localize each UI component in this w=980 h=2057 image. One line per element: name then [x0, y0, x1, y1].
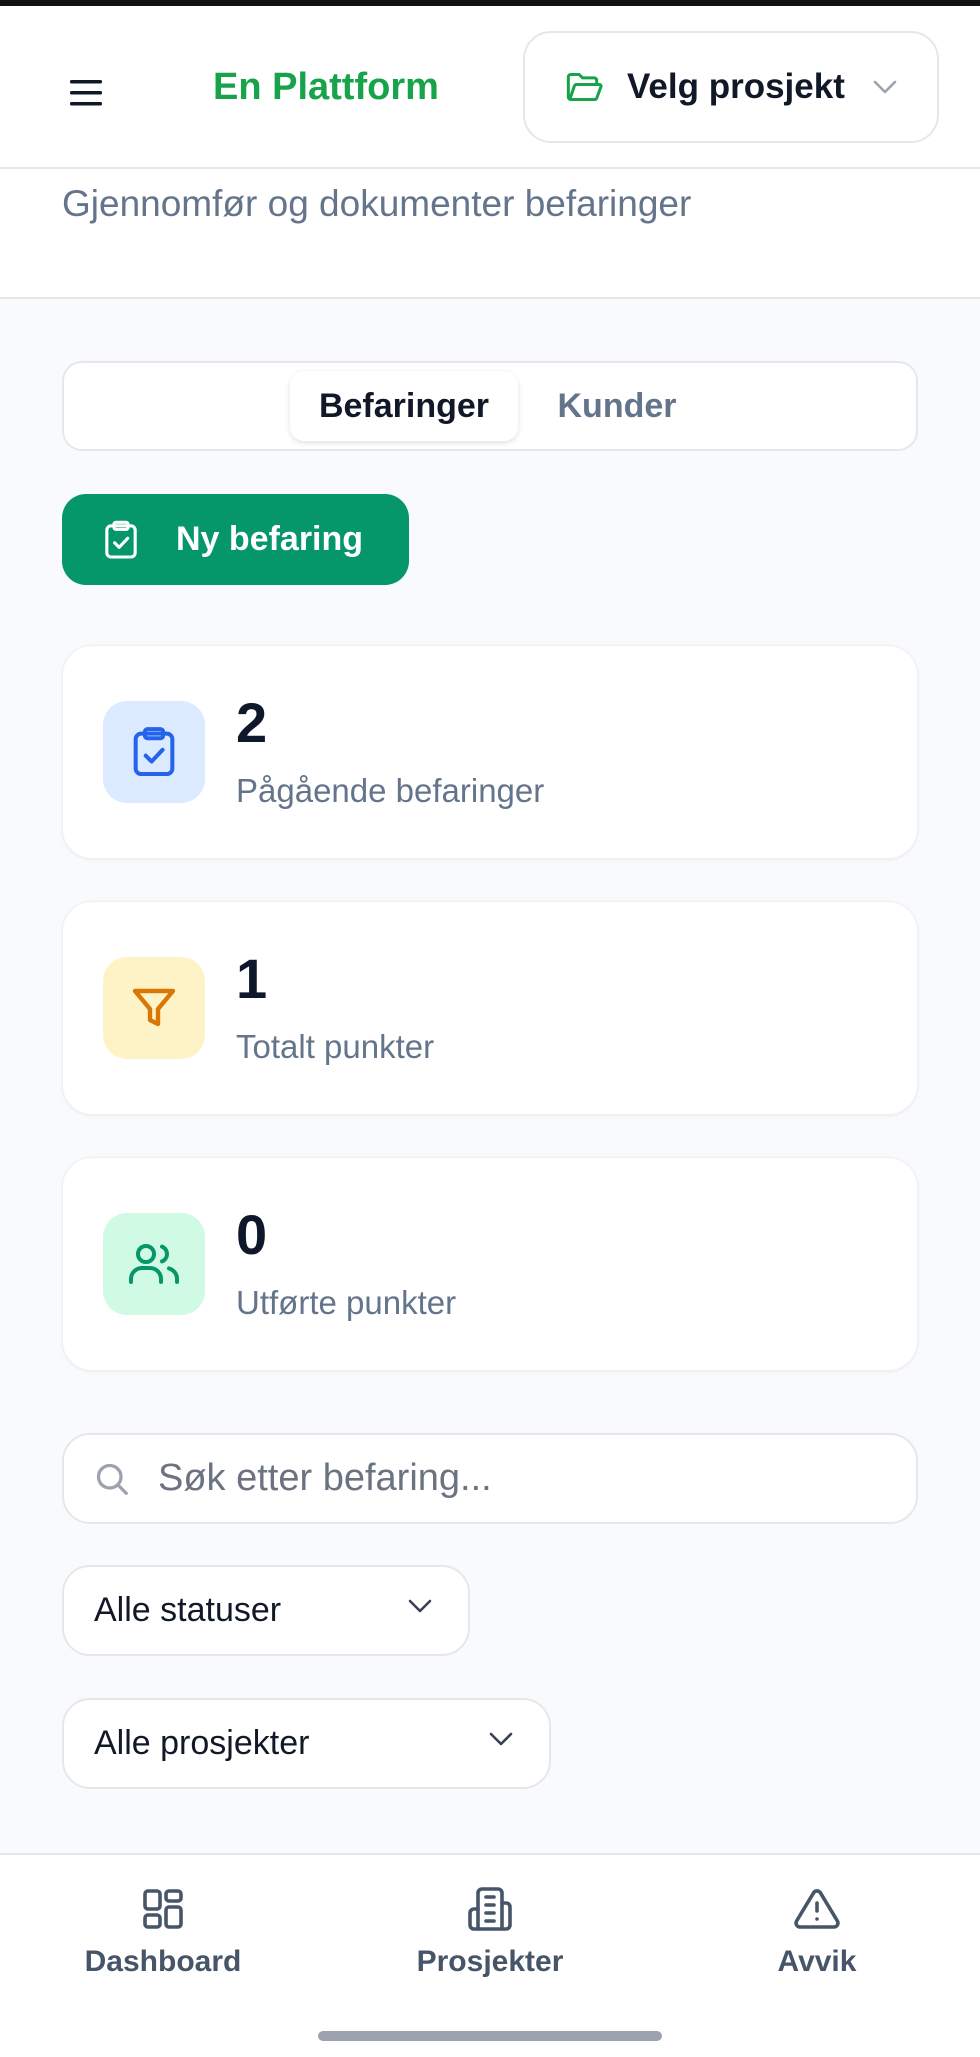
app-header: En Plattform Velg prosjekt — [0, 6, 980, 169]
chevron-down-icon — [873, 80, 897, 94]
nav-item-avvik[interactable]: Avvik — [717, 1885, 917, 1979]
stat-value: 2 — [236, 691, 268, 754]
new-inspection-label: Ny befaring — [176, 520, 364, 558]
nav-item-prosjekter[interactable]: Prosjekter — [390, 1885, 590, 1979]
stat-card-ongoing: 2 Pågående befaringer — [62, 645, 918, 859]
new-inspection-button[interactable]: Ny befaring — [62, 494, 409, 585]
project-select-label: Velg prosjekt — [627, 67, 845, 106]
search-icon — [96, 1463, 128, 1495]
stat-label: Pågående befaringer — [236, 772, 545, 809]
home-indicator[interactable] — [318, 2031, 662, 2041]
stat-icon-container — [103, 957, 205, 1059]
tab-bar: Befaringer Kunder — [62, 361, 918, 451]
page-header: Gjennomfør og dokumenter befaringer — [0, 169, 980, 299]
chevron-down-icon — [489, 1732, 513, 1746]
tab-befaringer[interactable]: Befaringer — [290, 371, 518, 441]
tab-kunder[interactable]: Kunder — [532, 371, 702, 441]
building-icon — [468, 1887, 512, 1931]
status-filter-select[interactable]: Alle statuser — [62, 1565, 470, 1656]
stat-value: 0 — [236, 1203, 268, 1266]
users-icon — [129, 1244, 180, 1284]
nav-label: Avvik — [777, 1945, 857, 1978]
stat-value: 1 — [236, 947, 268, 1010]
dashboard-grid-icon — [143, 1889, 183, 1929]
clipboard-check-icon — [133, 727, 175, 777]
app-brand-title[interactable]: En Plattform — [213, 66, 439, 109]
search-box — [62, 1433, 918, 1524]
nav-label: Prosjekter — [416, 1945, 564, 1978]
page-subtitle: Gjennomfør og dokumenter befaringer — [62, 183, 692, 224]
hamburger-menu-icon — [70, 80, 102, 106]
folder-open-icon — [566, 73, 603, 101]
clipboard-check-icon — [105, 520, 137, 559]
status-filter-value: Alle statuser — [94, 1591, 282, 1629]
stat-card-completed-points: 0 Utførte punkter — [62, 1157, 918, 1371]
filter-icon — [132, 988, 176, 1027]
bottom-navigation: Dashboard Prosjekter Avvik — [0, 1853, 980, 2057]
project-select-dropdown[interactable]: Velg prosjekt — [523, 31, 939, 143]
nav-label: Dashboard — [84, 1945, 242, 1978]
project-filter-select[interactable]: Alle prosjekter — [62, 1698, 551, 1789]
search-input[interactable] — [158, 1457, 858, 1500]
warning-triangle-icon — [794, 1889, 840, 1929]
project-filter-value: Alle prosjekter — [94, 1724, 310, 1762]
stat-label: Totalt punkter — [236, 1028, 435, 1065]
stat-icon-container — [103, 701, 205, 803]
chevron-down-icon — [408, 1599, 432, 1613]
nav-item-dashboard[interactable]: Dashboard — [63, 1885, 263, 1979]
stat-card-total-points: 1 Totalt punkter — [62, 901, 918, 1115]
stat-label: Utførte punkter — [236, 1284, 457, 1321]
menu-button[interactable] — [62, 68, 112, 118]
stat-icon-container — [103, 1213, 205, 1315]
